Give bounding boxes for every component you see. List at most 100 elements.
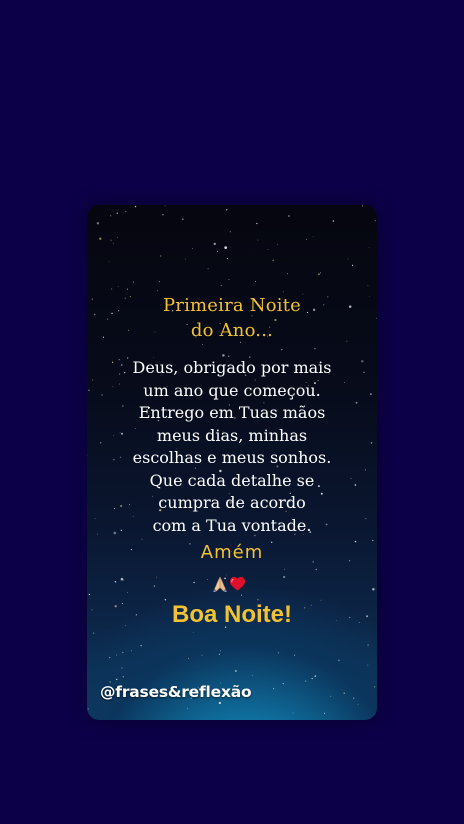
star [235,670,237,672]
prayer-line: Entrego em Tuas mãos [138,403,326,422]
star [218,653,220,655]
prayer-line: escolhas e meus sonhos. [132,448,332,467]
prayer-line: um ano que começou. [143,380,321,400]
star [201,654,203,656]
star [110,239,112,241]
star [108,261,110,262]
star [319,272,322,274]
star [153,585,156,587]
star [330,695,332,697]
star [111,288,113,290]
star [292,712,294,714]
star [114,581,117,583]
star [343,692,345,694]
prayer-line: com a Tua vontade. [152,515,312,535]
star [207,268,209,270]
star [372,588,375,591]
star [332,220,335,222]
praying-hands-icon [213,576,227,592]
star [283,575,286,579]
star [121,667,123,669]
star [192,632,194,633]
star [193,581,195,584]
star [353,697,355,699]
star [132,281,134,283]
star [93,632,95,634]
prayer-line: Que cada detalhe se [149,470,315,490]
star [347,258,349,260]
star [120,577,124,581]
star [213,242,216,246]
star [277,652,280,654]
star [368,247,370,249]
star [240,594,243,596]
star [272,259,274,261]
star [188,657,189,659]
star [126,288,128,290]
quote-card: Primeira Noite do Ano... Deus, obrigado … [87,205,377,720]
star [125,210,127,213]
star [226,209,228,211]
star [156,290,158,292]
star [127,591,128,593]
star [273,688,275,690]
star [207,579,209,580]
star [217,250,219,252]
star [224,246,228,249]
star [116,678,118,681]
star [117,285,119,287]
good-night-heading: Boa Noite! [172,601,292,628]
star [312,236,314,238]
star [112,243,114,244]
star [338,659,340,661]
amen-text: Amém [200,542,264,563]
star [229,231,231,233]
story-screen: Primeira Noite do Ano... Deus, obrigado … [0,0,464,824]
author-handle: @frases&reflexão [100,683,252,701]
star [315,568,317,571]
star [367,644,369,646]
prayer-line: meus dias, minhas [156,425,308,445]
title-line: Primeira Noite [162,295,302,316]
star [284,568,286,570]
star [96,222,100,225]
star [185,258,187,260]
star [255,280,256,282]
star [287,215,290,217]
emoji-row [213,576,245,592]
star [158,280,161,283]
star [115,654,117,656]
star [281,348,283,351]
star [367,664,369,666]
star [88,593,91,596]
star [122,651,124,653]
star [324,712,326,714]
star [187,707,189,709]
star [164,205,166,207]
star [202,344,203,345]
star [99,237,102,240]
star [117,237,119,239]
star [122,676,124,678]
prayer-line: Deus, obrigado por mais [132,358,332,377]
star [267,249,269,250]
star [156,576,158,578]
star [251,675,253,676]
star [367,285,369,286]
prayer-text: Deus, obrigado por mais um ano que começ… [87,357,377,537]
star [256,222,258,225]
star [362,205,363,207]
star [372,539,374,542]
card-title: Primeira Noite do Ano... [87,293,377,343]
star [220,285,222,287]
star [314,675,317,677]
star [228,279,230,281]
star [294,654,296,656]
star [374,220,376,222]
star [314,347,316,350]
star [218,701,222,705]
star [140,645,142,647]
star [192,248,194,249]
star [123,579,125,581]
star [257,239,259,241]
